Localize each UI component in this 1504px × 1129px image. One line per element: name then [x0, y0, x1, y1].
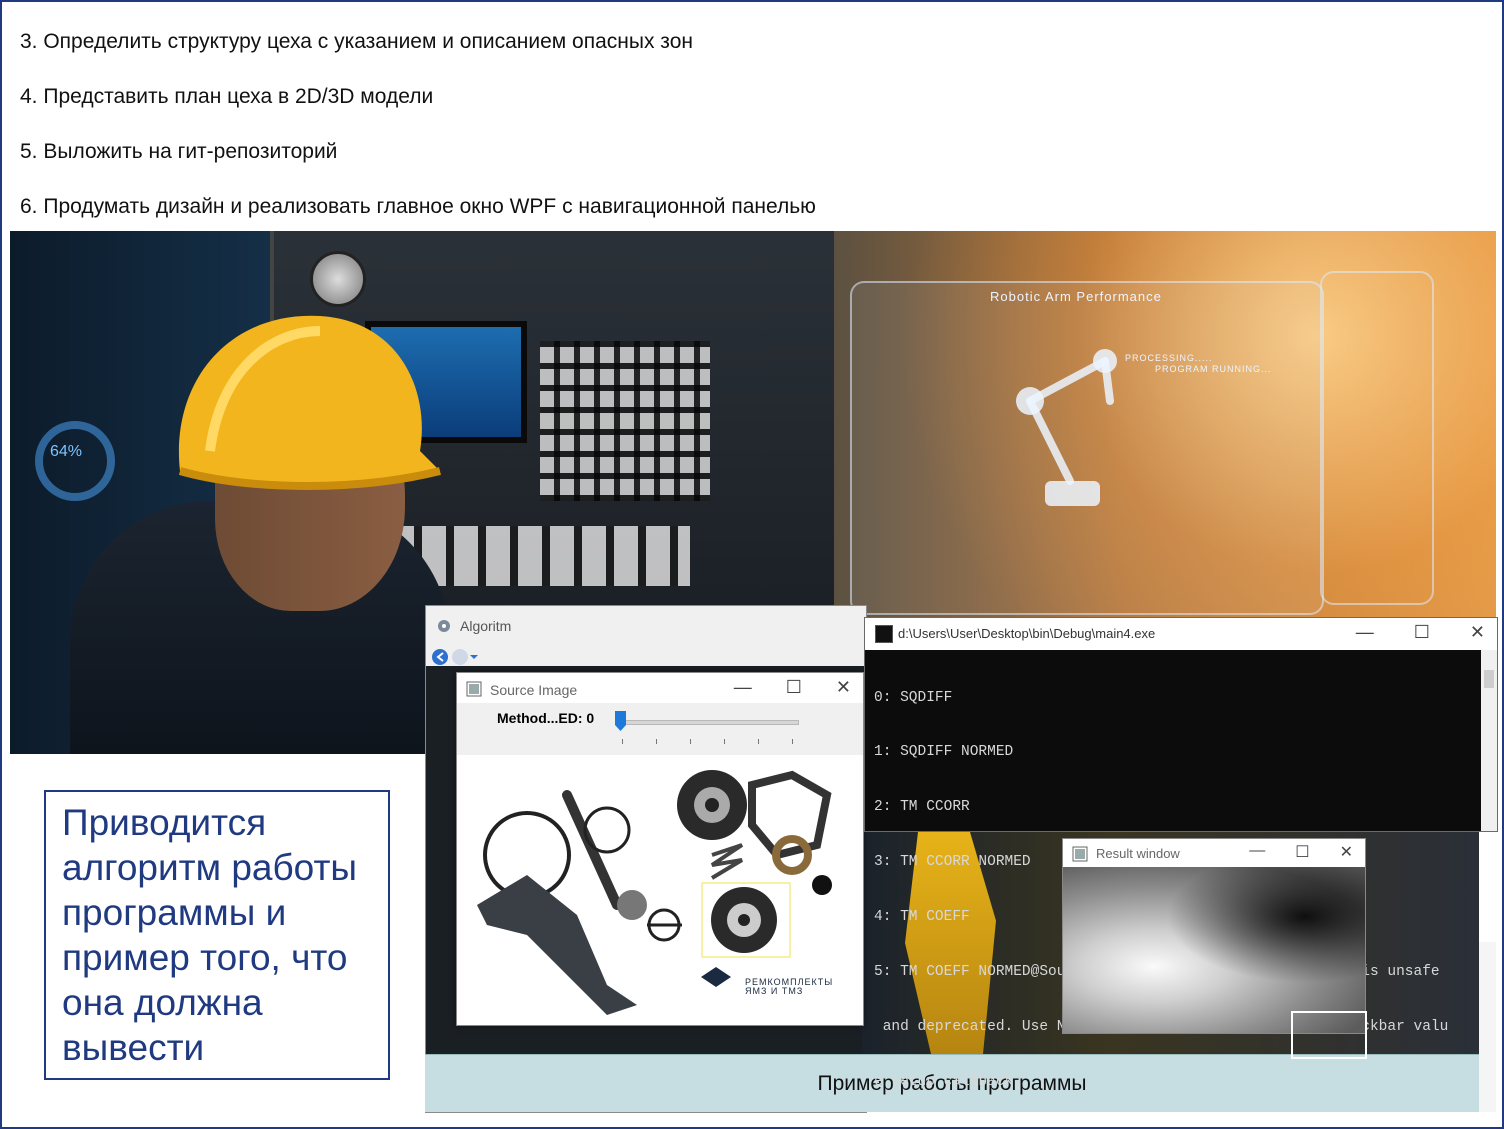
result-window: Result window — ☐ ✕: [1062, 838, 1367, 1059]
trackbar-track[interactable]: [617, 720, 799, 725]
console-title: d:\Users\User\Desktop\bin\Debug\main4.ex…: [898, 626, 1156, 641]
panel-keypad: [540, 341, 710, 501]
minimize-button[interactable]: —: [1249, 842, 1265, 862]
robot-arm-icon: [1016, 349, 1117, 506]
brand-logo-text: РЕМКОМПЛЕКТЫ ЯМЗ И ТМЗ: [745, 978, 833, 996]
task-item-4: 4. Представить план цеха в 2D/3D модели: [20, 85, 434, 108]
source-image-title: Source Image: [490, 682, 578, 698]
callout-text: Приводится алгоритм работы программы и п…: [62, 802, 357, 1068]
algoritm-window-title: Algoritm: [460, 618, 512, 634]
console-icon: [875, 625, 893, 643]
console-line: 2: TM CCORR: [874, 799, 970, 816]
result-window-title: Result window: [1096, 846, 1180, 861]
page-scrollbar[interactable]: [1479, 942, 1496, 1112]
maximize-button[interactable]: ☐: [786, 677, 802, 698]
panel-dial: [310, 251, 366, 307]
console-line: 1: SQDIFF NORMED: [874, 744, 1014, 761]
console-window-controls: — ☐ ✕: [1356, 622, 1485, 643]
close-button[interactable]: ✕: [1340, 842, 1353, 862]
minimize-button[interactable]: —: [1356, 622, 1374, 643]
hologram-side-panel: [1320, 271, 1434, 605]
image-window-icon: [466, 681, 482, 697]
console-window: d:\Users\User\Desktop\bin\Debug\main4.ex…: [864, 617, 1498, 1090]
back-forward-icon[interactable]: [430, 647, 480, 667]
trackbar-thumb[interactable]: [615, 711, 626, 731]
slide: 3. Определить структуру цеха с указанием…: [0, 0, 1504, 1129]
brand-line-2: ЯМЗ И ТМЗ: [745, 986, 804, 996]
hard-hat-icon: [178, 315, 441, 490]
result-window-controls: — ☐ ✕: [1249, 842, 1353, 862]
gauge-ring: [35, 421, 115, 501]
scrollbar-thumb[interactable]: [1484, 670, 1494, 688]
trackbar-label: Method...ED: 0: [497, 710, 595, 726]
trackbar-ticks: [622, 739, 797, 744]
console-scrollbar[interactable]: [1481, 650, 1497, 831]
trackbar-area: Method...ED: 0: [457, 703, 863, 755]
maximize-button[interactable]: ☐: [1414, 622, 1430, 643]
app-icon: [438, 620, 450, 632]
hologram-title: Robotic Arm Performance: [990, 289, 1162, 304]
source-image-window: Source Image — ☐ ✕ Method...ED: 0 РЕМКОМ…: [456, 672, 864, 1026]
task-item-6: 6. Продумать дизайн и реализовать главно…: [20, 195, 816, 218]
minimize-button[interactable]: —: [734, 677, 752, 698]
close-button[interactable]: ✕: [1470, 622, 1485, 643]
task-item-5: 5. Выложить на гит-репозиторий: [20, 140, 338, 163]
task-item-3: 3. Определить структуру цеха с указанием…: [20, 30, 693, 53]
callout-box: Приводится алгоритм работы программы и п…: [44, 790, 390, 1080]
window-controls: — ☐ ✕: [734, 677, 851, 698]
console-line: e setup callback.: [874, 1073, 1022, 1090]
result-heatmap-image: [1063, 867, 1367, 1059]
close-button[interactable]: ✕: [836, 677, 851, 698]
match-rectangle: [1291, 1011, 1367, 1059]
maximize-button[interactable]: ☐: [1295, 842, 1309, 862]
console-line: 0: SQDIFF: [874, 689, 953, 706]
console-titlebar: d:\Users\User\Desktop\bin\Debug\main4.ex…: [865, 618, 1497, 650]
image-window-icon: [1072, 846, 1088, 862]
gauge-value: 64%: [50, 443, 83, 460]
